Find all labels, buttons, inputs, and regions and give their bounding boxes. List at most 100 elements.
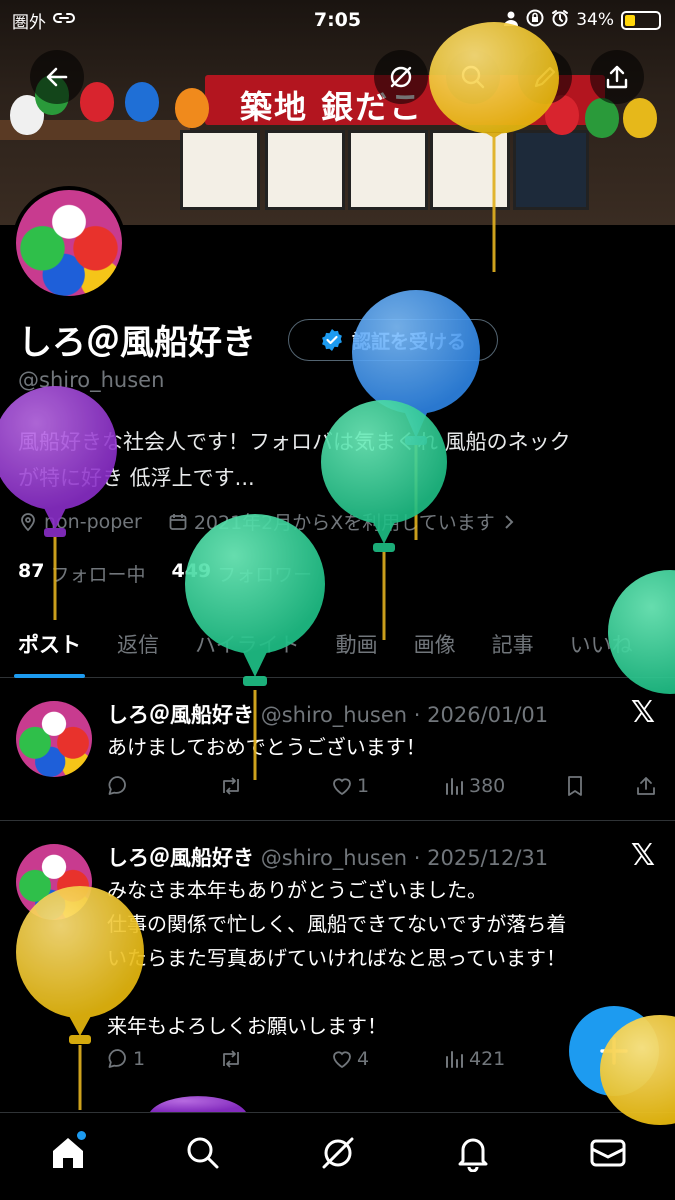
repost-button[interactable] (219, 1048, 331, 1070)
banner-menu-board (430, 130, 510, 210)
tab-posts[interactable]: ポスト (0, 610, 99, 678)
repost-button[interactable] (219, 775, 331, 797)
repost-icon (223, 777, 239, 795)
get-verified-label: 認証を受ける (351, 330, 466, 353)
like-count: 1 (357, 775, 370, 797)
post-text-line: 仕事の関係で忙しく、風船できてないですが落ち着 (107, 912, 567, 936)
notification-dot (76, 1130, 86, 1140)
tab-replies[interactable]: 返信 (99, 610, 177, 678)
post-text: みなさま本年もありがとうございました。 仕事の関係で忙しく、風船できてないですが… (107, 873, 657, 1043)
edit-button[interactable] (518, 50, 572, 104)
share-post-button[interactable] (635, 775, 657, 797)
reply-count: 1 (133, 1048, 146, 1070)
tab-articles[interactable]: 記事 (474, 610, 552, 678)
profile-avatar[interactable] (12, 186, 126, 300)
post-author-name[interactable]: しろ＠風船好き (107, 703, 254, 727)
view-count: 380 (469, 775, 506, 797)
x-logo-icon: 𝕏 (630, 695, 655, 730)
profile-meta: non-poper 2021年2月からXを利用しています (18, 508, 517, 535)
banner-menu-board (180, 130, 260, 210)
profile-tabs: ポスト 返信 ハイライト 動画 画像 記事 いいね (0, 610, 675, 678)
follow-stats: 87 フォロー中 449 フォロワー (18, 560, 312, 587)
bookmark-button[interactable] (565, 775, 635, 797)
heart-icon (333, 778, 351, 796)
followers-label[interactable]: フォロワー (217, 560, 312, 587)
post-actions: 1 380 (107, 775, 657, 797)
banner-menu-board (513, 130, 589, 210)
compose-post-button[interactable] (569, 1006, 659, 1096)
post-avatar[interactable] (16, 844, 92, 920)
battery-percent: 34% (576, 10, 614, 30)
share-icon (637, 777, 655, 795)
post-handle-date: @shiro_husen · 2025/12/31 (260, 846, 549, 870)
bell-icon (458, 1138, 487, 1172)
tab-likes[interactable]: いいね (552, 610, 651, 678)
share-icon (606, 65, 628, 89)
alarm-icon (551, 9, 569, 32)
analytics-icon (446, 778, 463, 795)
views-button[interactable]: 380 (443, 775, 565, 797)
views-button[interactable]: 421 (443, 1048, 565, 1070)
plus-icon (600, 1037, 628, 1065)
post-item[interactable]: しろ＠風船好き @shiro_husen · 2026/01/01 𝕏 あけまし… (0, 679, 675, 821)
like-count: 4 (357, 1048, 370, 1070)
back-button[interactable] (30, 50, 84, 104)
analytics-icon (446, 1051, 463, 1068)
chevron-right-icon (504, 514, 514, 529)
reply-button[interactable] (107, 775, 219, 797)
search-icon (187, 1137, 218, 1168)
joined-text: 2021年2月からXを利用しています (193, 512, 495, 534)
bottom-nav (0, 1112, 675, 1200)
banner-balloon (175, 88, 209, 128)
carrier-label: 圏外 (12, 12, 46, 33)
post-header: しろ＠風船好き @shiro_husen · 2025/12/31 (107, 842, 548, 872)
banner-menu-board (348, 130, 428, 210)
status-bar: 圏外 7:05 34% (0, 0, 675, 40)
battery-icon (621, 10, 661, 30)
post-header: しろ＠風船好き @shiro_husen · 2026/01/01 (107, 699, 548, 729)
grok-button[interactable] (374, 50, 428, 104)
banner-balloon (125, 82, 159, 122)
nav-grok[interactable] (308, 1123, 368, 1183)
banner-menu-board (265, 130, 345, 210)
reply-icon (108, 776, 126, 795)
following-count[interactable]: 87 (18, 560, 44, 587)
post-text-line: いたらまた写真あげていければなと思っています！ (107, 946, 566, 970)
grok-icon (322, 1137, 353, 1168)
profile-bio: 風船好きな社会人です！フォロバは気まぐれ 風船のネック が特に好き 低浮上です.… (18, 424, 658, 496)
tab-highlights[interactable]: ハイライト (177, 610, 318, 678)
x-logo-icon: 𝕏 (630, 838, 655, 873)
nav-home[interactable] (38, 1123, 98, 1183)
clock: 7:05 (313, 9, 362, 31)
share-button[interactable] (590, 50, 644, 104)
tab-photos[interactable]: 画像 (396, 610, 474, 678)
reply-button[interactable]: 1 (107, 1048, 219, 1070)
post-text-line (107, 975, 657, 1009)
post-author-name[interactable]: しろ＠風船好き (107, 846, 254, 870)
following-label[interactable]: フォロー中 (50, 560, 145, 587)
location-text: non-poper (44, 510, 142, 533)
post-text: あけましておめでとうございます！ (107, 735, 426, 759)
like-button[interactable]: 4 (331, 1048, 443, 1070)
tab-videos[interactable]: 動画 (318, 610, 396, 678)
link-icon (52, 10, 76, 30)
search-button[interactable] (446, 50, 500, 104)
search-icon (461, 65, 485, 89)
nav-notifications[interactable] (443, 1123, 503, 1183)
orientation-lock-icon (526, 9, 544, 32)
followers-count[interactable]: 449 (171, 560, 211, 587)
calendar-icon (169, 513, 187, 530)
post-avatar[interactable] (16, 701, 92, 777)
like-button[interactable]: 1 (331, 775, 443, 797)
verified-badge-icon (322, 329, 342, 351)
repost-icon (223, 1050, 239, 1068)
nav-search[interactable] (173, 1123, 233, 1183)
nav-messages[interactable] (578, 1123, 638, 1183)
get-verified-button[interactable]: 認証を受ける (288, 319, 498, 361)
envelope-icon (590, 1139, 625, 1166)
pencil-icon (534, 66, 556, 88)
bio-line: が特に好き 低浮上です... (18, 466, 255, 490)
banner-balloon (80, 82, 114, 122)
grok-icon (390, 66, 412, 88)
person-icon (503, 10, 519, 31)
